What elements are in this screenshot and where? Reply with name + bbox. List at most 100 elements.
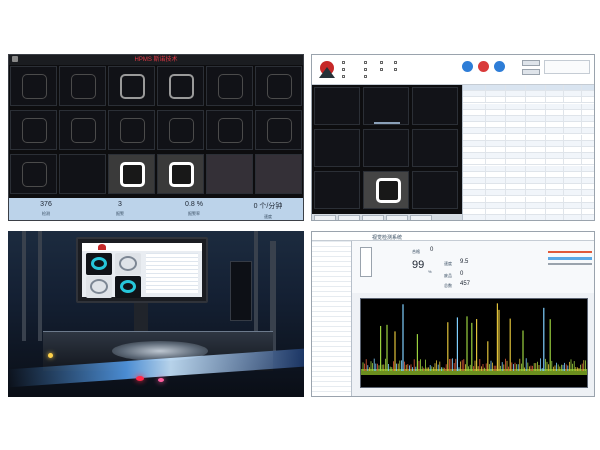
parameter-list — [312, 241, 352, 396]
camera-view[interactable] — [59, 154, 106, 194]
legend-panel — [542, 241, 594, 271]
camera-view[interactable] — [10, 66, 57, 106]
camera-view[interactable] — [206, 66, 253, 106]
table-row[interactable] — [463, 209, 594, 215]
table-row[interactable] — [463, 122, 594, 129]
camera-view[interactable] — [255, 66, 302, 106]
table-row[interactable] — [463, 128, 594, 135]
table-row[interactable] — [463, 153, 594, 160]
table-row[interactable] — [463, 147, 594, 153]
start-icon[interactable] — [462, 61, 473, 72]
camera-view[interactable] — [412, 87, 458, 125]
option-row-5[interactable] — [380, 67, 398, 72]
table-row[interactable] — [463, 190, 594, 197]
big-unit: % — [428, 269, 432, 274]
table-row[interactable] — [463, 196, 594, 203]
screen-image — [86, 276, 112, 298]
screen-image — [86, 253, 112, 275]
metric-value: 457 — [460, 281, 471, 287]
signal-plot — [360, 298, 588, 388]
table-row[interactable] — [463, 91, 594, 98]
tab-4[interactable] — [386, 215, 408, 220]
screen-table — [146, 253, 198, 293]
app-title: HPMS 斯诺技术 — [134, 57, 178, 63]
control-table-screenshot — [311, 54, 595, 221]
option-row-2[interactable] — [342, 67, 368, 72]
table-row[interactable] — [463, 140, 594, 147]
option-row-1[interactable] — [342, 60, 368, 65]
table-row[interactable] — [463, 215, 594, 220]
camera-view[interactable] — [108, 66, 155, 106]
metric-label: 总数 — [444, 283, 452, 288]
toolbar-button-1[interactable] — [522, 60, 540, 66]
screen-image — [115, 276, 141, 298]
table-row[interactable] — [463, 116, 594, 122]
info-box — [544, 60, 590, 74]
tab-5[interactable] — [410, 215, 432, 220]
camera-view[interactable] — [108, 154, 155, 194]
screen-image — [115, 253, 141, 275]
menu-icon[interactable] — [12, 56, 18, 62]
table-row[interactable] — [463, 159, 594, 166]
camera-view[interactable] — [314, 87, 360, 125]
camera-view[interactable] — [363, 87, 409, 125]
camera-view[interactable] — [157, 110, 204, 150]
camera-view[interactable] — [412, 129, 458, 167]
camera-unit — [230, 261, 252, 321]
camera-view[interactable] — [314, 171, 360, 209]
camera-view[interactable] — [59, 110, 106, 150]
camera-view[interactable] — [314, 129, 360, 167]
gauge-icon — [360, 247, 372, 277]
metric-label: 废品 — [444, 273, 452, 278]
camera-view[interactable] — [206, 110, 253, 150]
metric-label: 速度 — [444, 261, 452, 266]
metric-value: 0 — [460, 271, 464, 277]
option-row-4[interactable] — [380, 60, 398, 65]
frame-rod — [22, 231, 26, 341]
tab-2[interactable] — [338, 215, 360, 220]
ring-part — [22, 74, 47, 99]
table-row[interactable] — [463, 184, 594, 191]
ring-part — [169, 162, 194, 187]
toolbar-button-2[interactable] — [522, 69, 540, 75]
camera-view[interactable] — [363, 129, 409, 167]
option-row-3[interactable] — [342, 74, 368, 79]
monitor-stand — [134, 303, 148, 331]
table-row[interactable] — [463, 103, 594, 110]
stop-icon[interactable] — [478, 61, 489, 72]
table-header — [463, 85, 594, 91]
status-led — [48, 353, 53, 358]
table-row[interactable] — [463, 97, 594, 104]
logo-icon — [98, 244, 106, 250]
table-row[interactable] — [463, 178, 594, 184]
camera-view[interactable] — [59, 66, 106, 106]
table-row[interactable] — [463, 134, 594, 141]
ring-part — [218, 74, 243, 99]
camera-view[interactable] — [255, 154, 302, 194]
camera-view[interactable] — [157, 66, 204, 106]
toolbar — [312, 55, 594, 85]
reset-icon[interactable] — [494, 61, 505, 72]
camera-view[interactable] — [10, 110, 57, 150]
camera-view[interactable] — [255, 110, 302, 150]
ring-part — [169, 118, 194, 143]
table-row[interactable] — [463, 171, 594, 178]
table-row[interactable] — [463, 165, 594, 172]
camera-view[interactable] — [412, 171, 458, 209]
metric-value: 9.5 — [460, 259, 469, 265]
monitor — [76, 237, 208, 303]
toolbar: 视觉检测系统 — [312, 232, 594, 241]
tab-3[interactable] — [362, 215, 384, 220]
camera-view[interactable] — [363, 171, 409, 209]
logo-icon — [316, 59, 338, 81]
table-row[interactable] — [463, 202, 594, 209]
camera-view[interactable] — [206, 154, 253, 194]
ring-part — [22, 162, 47, 187]
camera-view[interactable] — [157, 154, 204, 194]
tab-1[interactable] — [314, 215, 336, 220]
ring-part — [71, 118, 96, 143]
table-row[interactable] — [463, 109, 594, 116]
camera-view[interactable] — [108, 110, 155, 150]
ring-part — [267, 118, 292, 143]
camera-view[interactable] — [10, 154, 57, 194]
